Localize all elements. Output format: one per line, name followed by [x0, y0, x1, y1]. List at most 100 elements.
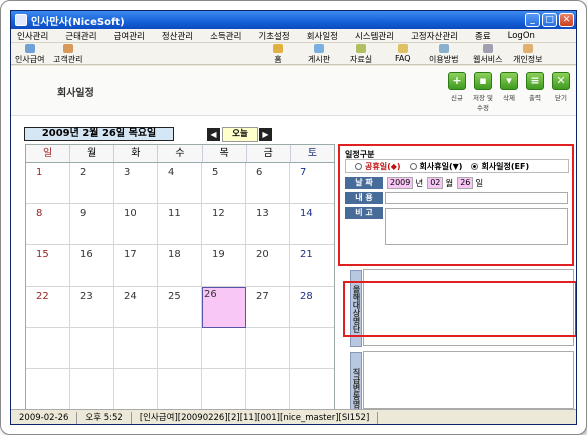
weekday-label: 일 [26, 145, 71, 162]
calendar-day-cell[interactable]: 15 [26, 245, 70, 287]
calendar-day-cell[interactable]: 21 [290, 245, 334, 287]
calendar-day-cell[interactable] [70, 327, 114, 369]
radio-checked-icon [471, 162, 479, 170]
radio-circle-icon [355, 162, 362, 170]
howto-icon [438, 44, 449, 53]
faq-icon [397, 44, 408, 53]
menu-logon[interactable]: LogOn [508, 31, 535, 41]
menu-geuyeo[interactable]: 급여관리 [114, 30, 145, 42]
content-label: 내 용 [345, 192, 383, 204]
note-textarea[interactable] [385, 208, 568, 245]
calendar-day-cell[interactable] [26, 327, 70, 369]
calendar-day-cell[interactable]: 6 [246, 163, 290, 205]
new-button[interactable]: + 신규 [447, 72, 467, 102]
tool-payroll[interactable]: 인사급여 [15, 44, 44, 65]
menu-gicho[interactable]: 기초설정 [258, 30, 289, 42]
year-field[interactable]: 2009 [387, 177, 414, 189]
window-title: 인사만사(NiceSoft) [31, 16, 125, 28]
tool-faq[interactable]: FAQ [395, 44, 411, 63]
calendar-day-cell[interactable]: 8 [26, 204, 70, 246]
weekday-label: 토 [307, 148, 318, 159]
tool-archive[interactable]: 자료실 [350, 44, 372, 65]
tool-howto[interactable]: 이용방법 [429, 44, 458, 65]
radio-company-holiday[interactable]: 회사휴일(▼) [409, 161, 462, 172]
calendar-day-cell[interactable]: 11 [158, 204, 202, 246]
radio-circle-icon [409, 162, 417, 170]
day-field[interactable]: 26 [457, 177, 474, 189]
calendar-day-cell[interactable]: 23 [70, 286, 114, 328]
calendar-day-cell[interactable]: 26 [202, 286, 246, 328]
calendar-day-cell[interactable]: 13 [246, 204, 290, 246]
content-input[interactable] [385, 192, 568, 204]
print-icon: ≡ [526, 72, 544, 90]
print-button[interactable]: ≡ 출력 [525, 72, 545, 102]
calendar-day-cell[interactable] [26, 368, 70, 410]
calendar-day-cell[interactable]: 9 [70, 204, 114, 246]
page-title: 회사일정 [57, 88, 94, 99]
tool-profile[interactable]: 개인정보 [513, 44, 542, 65]
calendar-day-cell[interactable]: 2 [70, 163, 114, 205]
tool-webservice[interactable]: 웹서비스 [473, 44, 502, 65]
calendar-day-cell[interactable] [290, 369, 334, 410]
calendar-day-cell[interactable]: 5 [202, 163, 246, 205]
calendar-day-cell[interactable] [158, 368, 202, 410]
calendar-day-cell[interactable] [70, 368, 114, 410]
home-icon [273, 44, 283, 53]
minimize-button[interactable]: _ [525, 13, 540, 27]
menu-asset[interactable]: 고정자산관리 [411, 30, 458, 42]
prev-month-button[interactable]: ◀ [207, 128, 220, 141]
maximize-button[interactable]: □ [542, 13, 557, 27]
calendar-day-cell[interactable]: 22 [26, 286, 70, 328]
save-button[interactable]: ▪ 저장 및 수정 [473, 72, 493, 112]
calendar-day-cell[interactable]: 25 [158, 286, 202, 328]
menu-schedule[interactable]: 회사일정 [307, 30, 338, 42]
calendar-day-cell[interactable]: 19 [202, 245, 246, 287]
today-button[interactable]: 오늘 [222, 127, 258, 142]
next-month-button[interactable]: ▶ [259, 128, 272, 141]
radio-public-holiday[interactable]: 공휴일(◆) [355, 161, 401, 172]
calendar-day-cell[interactable]: 10 [114, 204, 158, 246]
calendar-day-cell[interactable] [202, 368, 246, 410]
delete-button[interactable]: ▾ 삭제 [499, 72, 519, 102]
calendar-day-cell[interactable]: 14 [290, 204, 334, 246]
year-unit: 년 [415, 179, 424, 189]
archive-icon [356, 44, 367, 53]
calendar-day-cell[interactable]: 28 [290, 287, 334, 328]
customer-icon [62, 44, 73, 53]
tool-customers[interactable]: 고객관리 [53, 44, 82, 65]
close-page-button[interactable]: ✕ 닫기 [551, 72, 571, 102]
calendar-day-cell[interactable]: 7 [290, 163, 334, 205]
close-button[interactable]: ✕ [559, 13, 574, 27]
calendar-day-cell[interactable] [202, 327, 246, 369]
calendar-day-cell[interactable] [246, 327, 290, 369]
tool-home[interactable]: 홈 [273, 44, 283, 65]
calendar-day-cell[interactable]: 1 [26, 163, 70, 205]
radio-company-schedule[interactable]: 회사일정(EF) [471, 161, 529, 172]
weekday-label: 월 [70, 145, 115, 162]
status-session: [인사급여][20090226][2][11][001][nice_master… [132, 411, 379, 424]
calendar-day-cell[interactable]: 24 [114, 286, 158, 328]
menu-exit[interactable]: 종료 [475, 30, 491, 42]
menu-sodeuk[interactable]: 소득관리 [210, 30, 241, 42]
menu-insa[interactable]: 인사관리 [17, 30, 48, 42]
menu-jeongsan[interactable]: 정산관리 [162, 30, 193, 42]
calendar-day-cell[interactable]: 17 [114, 245, 158, 287]
calendar-day-cell[interactable] [114, 368, 158, 410]
menu-geuntae[interactable]: 근태관리 [65, 30, 96, 42]
calendar-day-cell[interactable] [114, 327, 158, 369]
calendar-day-cell[interactable]: 20 [246, 245, 290, 287]
calendar-day-cell[interactable]: 12 [202, 204, 246, 246]
calendar-day-cell[interactable]: 3 [114, 163, 158, 205]
calendar-day-cell[interactable] [290, 328, 334, 369]
calendar-day-cell[interactable]: 4 [158, 163, 202, 205]
calendar-day-cell[interactable]: 18 [158, 245, 202, 287]
calendar-day-cell[interactable]: 16 [70, 245, 114, 287]
calendar-day-cell[interactable] [158, 327, 202, 369]
toolbar: 인사급여 고객관리 홈 게시판 자료실 FAQ 이용방법 웹서비스 개인정보 [11, 43, 576, 65]
menu-system[interactable]: 시스템관리 [355, 30, 394, 42]
month-field[interactable]: 02 [427, 177, 444, 189]
calendar-weekday-header: 일월화수목금 토 [26, 145, 334, 163]
calendar-day-cell[interactable] [246, 368, 290, 410]
tool-board[interactable]: 게시판 [308, 44, 330, 65]
calendar-day-cell[interactable]: 27 [246, 286, 290, 328]
